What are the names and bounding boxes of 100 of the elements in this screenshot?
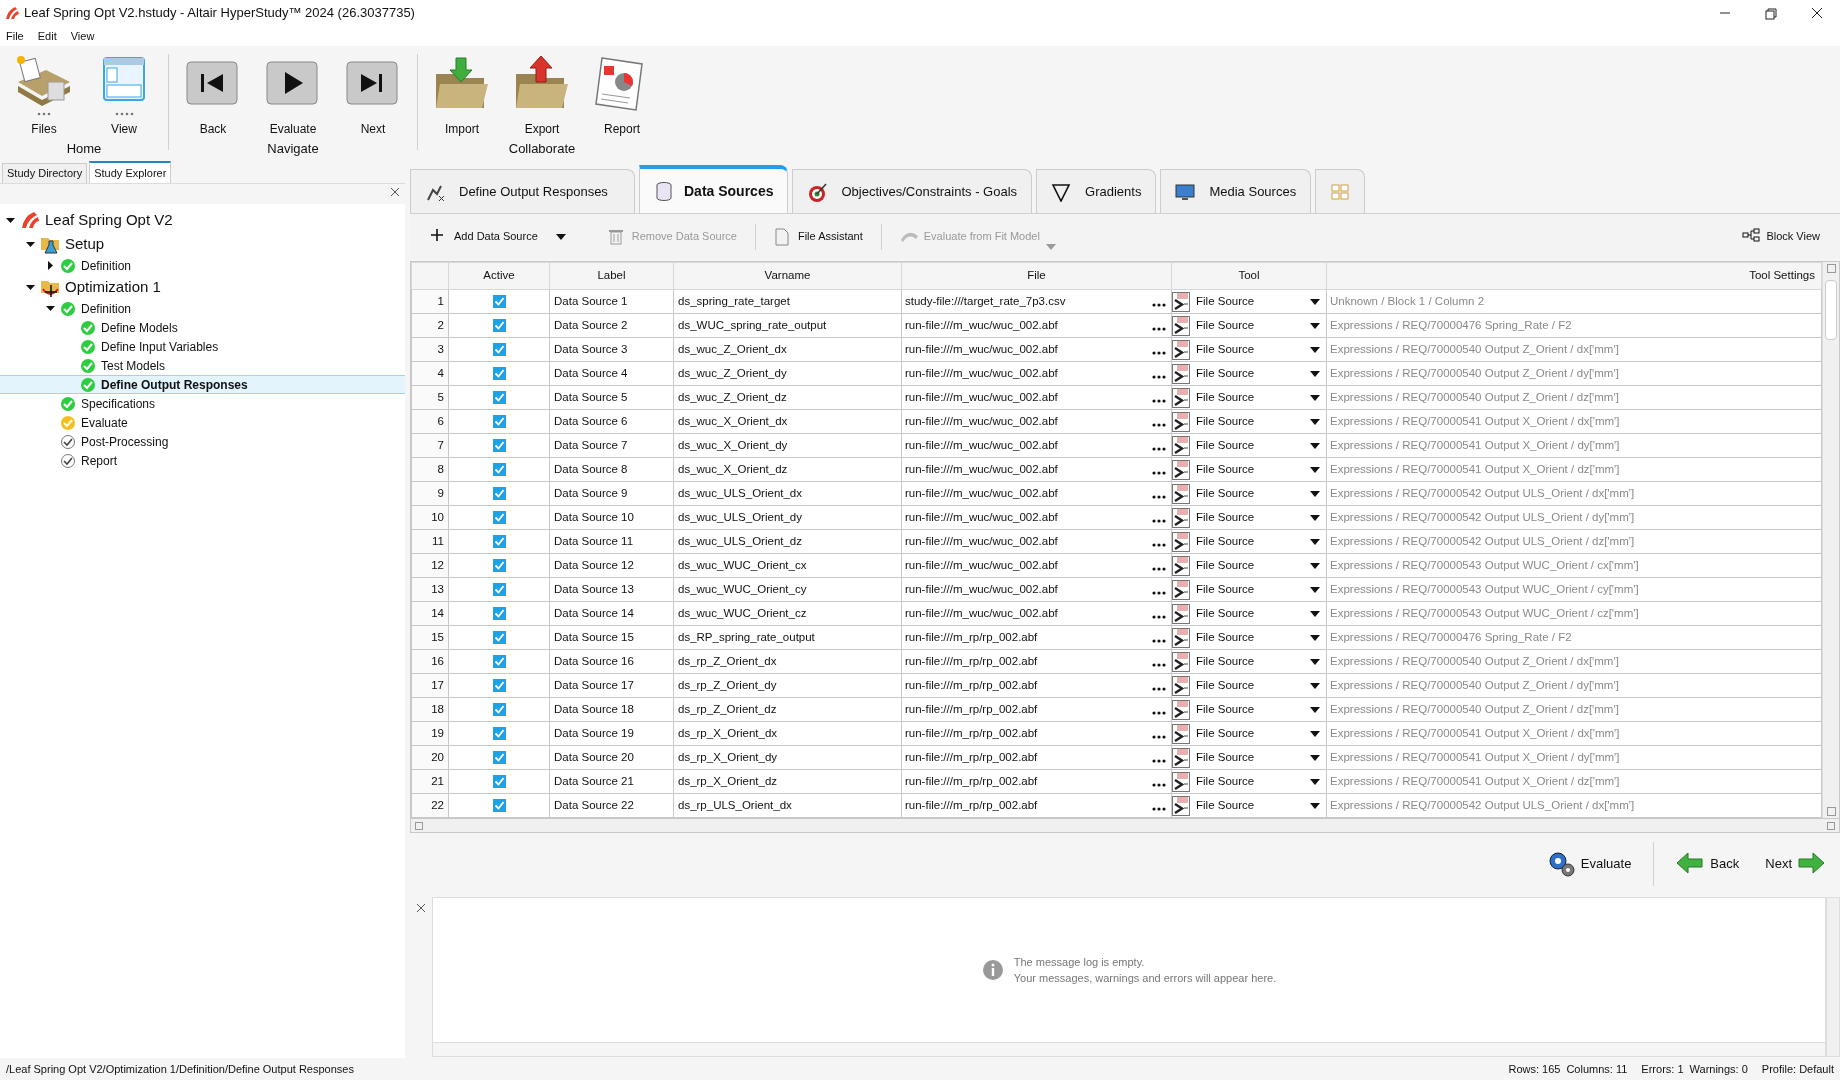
column-header[interactable]: File [1027, 269, 1046, 282]
tree-item[interactable]: Test Models [0, 356, 405, 375]
restore-icon[interactable] [1762, 5, 1780, 21]
action-button[interactable]: Evaluate [1543, 847, 1636, 881]
tab[interactable]: Objectives/Constraints - Goals [792, 169, 1033, 213]
menu-item[interactable]: Edit [37, 27, 57, 45]
tool-dropdown[interactable]: File Source [1172, 554, 1326, 577]
collapse-icon[interactable] [26, 282, 35, 292]
tab[interactable]: Gradients [1036, 169, 1157, 213]
column-header[interactable]: Active [483, 269, 515, 282]
tool-dropdown[interactable]: File Source [1172, 386, 1326, 409]
tree-item[interactable]: Report [0, 451, 405, 470]
tree-item[interactable]: Specifications [0, 394, 405, 413]
ribbon-button[interactable]: Export [502, 46, 582, 138]
checkbox[interactable] [492, 511, 506, 524]
ribbon-button[interactable]: Import [422, 46, 502, 138]
checkbox[interactable] [492, 775, 506, 788]
checkbox[interactable] [492, 727, 506, 740]
collapse-icon[interactable] [26, 239, 35, 249]
tree-item[interactable]: Setup [0, 232, 405, 256]
checkbox[interactable] [492, 319, 506, 332]
toolbar-button[interactable]: Add Data Source [424, 221, 544, 252]
tool-dropdown[interactable]: File Source [1172, 602, 1326, 625]
checkbox[interactable] [492, 535, 506, 548]
tool-dropdown[interactable]: File Source [1172, 458, 1326, 481]
tree-item[interactable]: Definition [0, 299, 405, 318]
tree-item[interactable]: Post-Processing [0, 432, 405, 451]
tool-dropdown[interactable]: File Source [1172, 722, 1326, 745]
tab[interactable]: Define Output Responses [410, 169, 635, 213]
checkbox[interactable] [492, 391, 506, 404]
checkbox[interactable] [492, 415, 506, 428]
ribbon-button[interactable]: Files [4, 46, 84, 138]
menu-item[interactable]: File [6, 27, 24, 45]
checkbox[interactable] [492, 343, 506, 356]
action-button[interactable]: Next [1761, 847, 1830, 881]
column-header[interactable]: Tool [1238, 269, 1260, 282]
ribbon-button[interactable]: Report [582, 46, 662, 138]
tree-item[interactable]: Define Models [0, 318, 405, 337]
collapse-icon[interactable] [46, 304, 55, 313]
tool-dropdown[interactable]: File Source [1172, 578, 1326, 601]
tool-dropdown[interactable]: File Source [1172, 362, 1326, 385]
column-header[interactable]: Varname [764, 269, 811, 282]
tool-dropdown[interactable]: File Source [1172, 506, 1326, 529]
tree-item[interactable]: Optimization 1 [0, 275, 405, 299]
close-icon[interactable] [389, 186, 401, 198]
expand-icon[interactable] [46, 261, 55, 270]
checkbox[interactable] [492, 295, 506, 308]
tool-dropdown[interactable]: File Source [1172, 410, 1326, 433]
tree-item[interactable]: Evaluate [0, 413, 405, 432]
collapse-icon[interactable] [6, 215, 15, 225]
ribbon-button[interactable]: Evaluate [253, 46, 333, 138]
checkbox[interactable] [492, 655, 506, 668]
tool-dropdown[interactable]: File Source [1172, 698, 1326, 721]
vertical-scrollbar[interactable] [1826, 897, 1840, 1057]
checkbox[interactable] [492, 583, 506, 596]
panel-tab[interactable]: Study Directory [2, 163, 88, 183]
tool-dropdown[interactable]: File Source [1172, 626, 1326, 649]
tree-item[interactable]: Definition [0, 256, 405, 275]
tool-dropdown[interactable]: File Source [1172, 674, 1326, 697]
tree-item[interactable]: Leaf Spring Opt V2 [0, 208, 405, 232]
checkbox[interactable] [492, 751, 506, 764]
ribbon-button[interactable]: Next [333, 46, 413, 138]
ribbon-button[interactable]: View [84, 46, 164, 138]
tool-dropdown[interactable]: File Source [1172, 290, 1326, 313]
tool-dropdown[interactable]: File Source [1172, 314, 1326, 337]
tool-dropdown[interactable]: File Source [1172, 746, 1326, 769]
tool-dropdown[interactable]: File Source [1172, 770, 1326, 793]
checkbox[interactable] [492, 367, 506, 380]
tool-dropdown[interactable]: File Source [1172, 650, 1326, 673]
toolbar-button[interactable]: Block View [1736, 221, 1826, 252]
horizontal-scrollbar[interactable] [433, 1042, 1825, 1056]
checkbox[interactable] [492, 679, 506, 692]
action-button[interactable]: Back [1672, 847, 1744, 881]
checkbox[interactable] [492, 439, 506, 452]
tool-dropdown[interactable]: File Source [1172, 434, 1326, 457]
ribbon-button[interactable]: Back [173, 46, 253, 138]
tool-dropdown[interactable]: File Source [1172, 482, 1326, 505]
panel-tab[interactable]: Study Explorer [89, 161, 172, 183]
checkbox[interactable] [492, 631, 506, 644]
dropdown-icon[interactable] [555, 233, 566, 240]
checkbox[interactable] [492, 799, 506, 812]
menu-item[interactable]: View [70, 27, 95, 45]
tool-dropdown[interactable]: File Source [1172, 530, 1326, 553]
tab[interactable]: Data Sources [639, 165, 789, 213]
checkbox[interactable] [492, 607, 506, 620]
checkbox[interactable] [492, 559, 506, 572]
close-icon[interactable] [416, 903, 426, 913]
column-header[interactable]: Label [597, 269, 626, 282]
column-header[interactable]: Tool Settings [1749, 269, 1815, 282]
tree-item[interactable]: Define Output Responses [0, 375, 405, 394]
tab[interactable]: Media Sources [1160, 169, 1312, 213]
tool-dropdown[interactable]: File Source [1172, 338, 1326, 361]
checkbox[interactable] [492, 703, 506, 716]
tree-item[interactable]: Define Input Variables [0, 337, 405, 356]
horizontal-scrollbar[interactable] [410, 819, 1840, 833]
vertical-scrollbar[interactable] [1822, 262, 1839, 818]
toolbar-button[interactable]: File Assistant [767, 221, 869, 252]
tool-dropdown[interactable]: File Source [1172, 794, 1326, 817]
checkbox[interactable] [492, 487, 506, 500]
checkbox[interactable] [492, 463, 506, 476]
